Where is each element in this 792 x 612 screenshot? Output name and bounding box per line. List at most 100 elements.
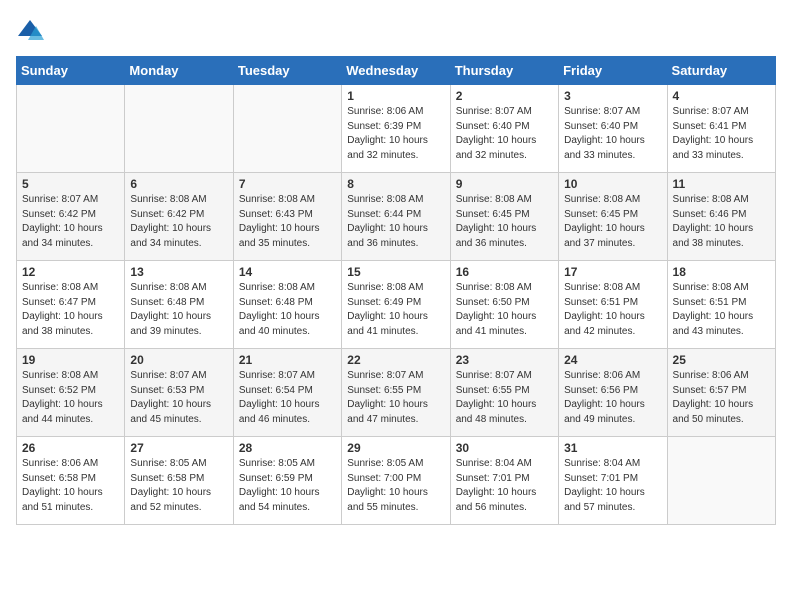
day-number: 18 (673, 265, 770, 279)
day-number: 6 (130, 177, 227, 191)
day-number: 19 (22, 353, 119, 367)
weekday-header: Thursday (450, 57, 558, 85)
weekday-header: Wednesday (342, 57, 450, 85)
calendar-cell: 24 Sunrise: 8:06 AM Sunset: 6:56 PM Dayli… (559, 349, 667, 437)
day-number: 4 (673, 89, 770, 103)
calendar-cell: 1Sunrise: 8:06 AM Sunset: 6:39 PM Daylig… (342, 85, 450, 173)
day-number: 13 (130, 265, 227, 279)
day-info: Sunrise: 8:07 AM Sunset: 6:42 PM Dayligh… (22, 193, 119, 251)
calendar-cell: 2 Sunrise: 8:07 AM Sunset: 6:40 PM Daylig… (450, 85, 558, 173)
calendar-cell: 26 Sunrise: 8:06 AM Sunset: 6:58 PM Dayli… (17, 437, 125, 525)
day-info: Sunrise: 8:08 AM Sunset: 6:49 PM Dayligh… (347, 281, 444, 339)
day-info: Sunrise: 8:07 AM Sunset: 6:41 PM Dayligh… (673, 105, 770, 163)
day-info: Sunrise: 8:04 AM Sunset: 7:01 PM Dayligh… (564, 457, 661, 515)
day-info: Sunrise: 8:08 AM Sunset: 6:42 PM Dayligh… (130, 193, 227, 251)
day-number: 9 (456, 177, 553, 191)
day-number: 17 (564, 265, 661, 279)
day-number: 15 (347, 265, 444, 279)
day-info: Sunrise: 8:08 AM Sunset: 6:46 PM Dayligh… (673, 193, 770, 251)
calendar-cell: 23 Sunrise: 8:07 AM Sunset: 6:55 PM Dayli… (450, 349, 558, 437)
day-number: 12 (22, 265, 119, 279)
calendar-cell (667, 437, 775, 525)
day-info: Sunrise: 8:05 AM Sunset: 7:00 PM Dayligh… (347, 457, 444, 515)
calendar-cell: 17 Sunrise: 8:08 AM Sunset: 6:51 PM Dayli… (559, 261, 667, 349)
day-info: Sunrise: 8:05 AM Sunset: 6:58 PM Dayligh… (130, 457, 227, 515)
day-info: Sunrise: 8:08 AM Sunset: 6:52 PM Dayligh… (22, 369, 119, 427)
day-number: 31 (564, 441, 661, 455)
calendar-cell: 18Sunrise: 8:08 AM Sunset: 6:51 PM Dayli… (667, 261, 775, 349)
calendar-cell: 8 Sunrise: 8:08 AM Sunset: 6:44 PM Daylig… (342, 173, 450, 261)
calendar-cell: 22 Sunrise: 8:07 AM Sunset: 6:55 PM Dayli… (342, 349, 450, 437)
day-number: 23 (456, 353, 553, 367)
calendar-cell: 16 Sunrise: 8:08 AM Sunset: 6:50 PM Dayli… (450, 261, 558, 349)
day-info: Sunrise: 8:08 AM Sunset: 6:50 PM Dayligh… (456, 281, 553, 339)
day-info: Sunrise: 8:06 AM Sunset: 6:57 PM Dayligh… (673, 369, 770, 427)
day-info: Sunrise: 8:08 AM Sunset: 6:44 PM Dayligh… (347, 193, 444, 251)
calendar-cell (233, 85, 341, 173)
day-info: Sunrise: 8:06 AM Sunset: 6:58 PM Dayligh… (22, 457, 119, 515)
calendar-cell: 3Sunrise: 8:07 AM Sunset: 6:40 PM Daylig… (559, 85, 667, 173)
day-info: Sunrise: 8:07 AM Sunset: 6:40 PM Dayligh… (456, 105, 553, 163)
day-info: Sunrise: 8:08 AM Sunset: 6:51 PM Dayligh… (564, 281, 661, 339)
day-number: 29 (347, 441, 444, 455)
day-number: 8 (347, 177, 444, 191)
day-number: 28 (239, 441, 336, 455)
weekday-header: Tuesday (233, 57, 341, 85)
day-number: 16 (456, 265, 553, 279)
day-number: 1 (347, 89, 444, 103)
day-info: Sunrise: 8:05 AM Sunset: 6:59 PM Dayligh… (239, 457, 336, 515)
calendar-cell: 25 Sunrise: 8:06 AM Sunset: 6:57 PM Dayli… (667, 349, 775, 437)
calendar-cell: 31 Sunrise: 8:04 AM Sunset: 7:01 PM Dayli… (559, 437, 667, 525)
day-info: Sunrise: 8:06 AM Sunset: 6:56 PM Dayligh… (564, 369, 661, 427)
day-number: 26 (22, 441, 119, 455)
day-number: 24 (564, 353, 661, 367)
day-number: 22 (347, 353, 444, 367)
calendar-cell: 10 Sunrise: 8:08 AM Sunset: 6:45 PM Dayli… (559, 173, 667, 261)
calendar-row: 26 Sunrise: 8:06 AM Sunset: 6:58 PM Dayli… (17, 437, 776, 525)
calendar-table: SundayMondayTuesdayWednesdayThursdayFrid… (16, 56, 776, 525)
page-header (16, 16, 776, 44)
day-number: 7 (239, 177, 336, 191)
day-number: 25 (673, 353, 770, 367)
logo-icon (16, 16, 44, 44)
calendar-cell (125, 85, 233, 173)
weekday-header: Friday (559, 57, 667, 85)
calendar-cell: 30Sunrise: 8:04 AM Sunset: 7:01 PM Dayli… (450, 437, 558, 525)
day-number: 14 (239, 265, 336, 279)
calendar-cell: 11 Sunrise: 8:08 AM Sunset: 6:46 PM Dayli… (667, 173, 775, 261)
calendar-cell: 19 Sunrise: 8:08 AM Sunset: 6:52 PM Dayli… (17, 349, 125, 437)
calendar-cell: 20Sunrise: 8:07 AM Sunset: 6:53 PM Dayli… (125, 349, 233, 437)
calendar-cell: 6 Sunrise: 8:08 AM Sunset: 6:42 PM Daylig… (125, 173, 233, 261)
weekday-header-row: SundayMondayTuesdayWednesdayThursdayFrid… (17, 57, 776, 85)
calendar-row: 1Sunrise: 8:06 AM Sunset: 6:39 PM Daylig… (17, 85, 776, 173)
day-info: Sunrise: 8:08 AM Sunset: 6:45 PM Dayligh… (564, 193, 661, 251)
day-info: Sunrise: 8:08 AM Sunset: 6:48 PM Dayligh… (130, 281, 227, 339)
calendar-cell: 12 Sunrise: 8:08 AM Sunset: 6:47 PM Dayli… (17, 261, 125, 349)
day-info: Sunrise: 8:07 AM Sunset: 6:40 PM Dayligh… (564, 105, 661, 163)
calendar-cell: 14 Sunrise: 8:08 AM Sunset: 6:48 PM Dayli… (233, 261, 341, 349)
calendar-row: 5 Sunrise: 8:07 AM Sunset: 6:42 PM Daylig… (17, 173, 776, 261)
day-number: 20 (130, 353, 227, 367)
calendar-cell: 13 Sunrise: 8:08 AM Sunset: 6:48 PM Dayli… (125, 261, 233, 349)
day-info: Sunrise: 8:07 AM Sunset: 6:54 PM Dayligh… (239, 369, 336, 427)
day-number: 2 (456, 89, 553, 103)
calendar-cell: 9 Sunrise: 8:08 AM Sunset: 6:45 PM Daylig… (450, 173, 558, 261)
calendar-cell: 4 Sunrise: 8:07 AM Sunset: 6:41 PM Daylig… (667, 85, 775, 173)
day-number: 5 (22, 177, 119, 191)
day-info: Sunrise: 8:08 AM Sunset: 6:48 PM Dayligh… (239, 281, 336, 339)
calendar-cell: 27Sunrise: 8:05 AM Sunset: 6:58 PM Dayli… (125, 437, 233, 525)
calendar-cell: 29 Sunrise: 8:05 AM Sunset: 7:00 PM Dayli… (342, 437, 450, 525)
day-info: Sunrise: 8:07 AM Sunset: 6:55 PM Dayligh… (347, 369, 444, 427)
day-number: 21 (239, 353, 336, 367)
calendar-cell: 7 Sunrise: 8:08 AM Sunset: 6:43 PM Daylig… (233, 173, 341, 261)
day-number: 10 (564, 177, 661, 191)
day-info: Sunrise: 8:08 AM Sunset: 6:43 PM Dayligh… (239, 193, 336, 251)
day-info: Sunrise: 8:08 AM Sunset: 6:47 PM Dayligh… (22, 281, 119, 339)
day-number: 11 (673, 177, 770, 191)
day-info: Sunrise: 8:07 AM Sunset: 6:55 PM Dayligh… (456, 369, 553, 427)
day-info: Sunrise: 8:04 AM Sunset: 7:01 PM Dayligh… (456, 457, 553, 515)
calendar-cell: 5 Sunrise: 8:07 AM Sunset: 6:42 PM Daylig… (17, 173, 125, 261)
calendar-cell (17, 85, 125, 173)
weekday-header: Saturday (667, 57, 775, 85)
day-info: Sunrise: 8:08 AM Sunset: 6:45 PM Dayligh… (456, 193, 553, 251)
